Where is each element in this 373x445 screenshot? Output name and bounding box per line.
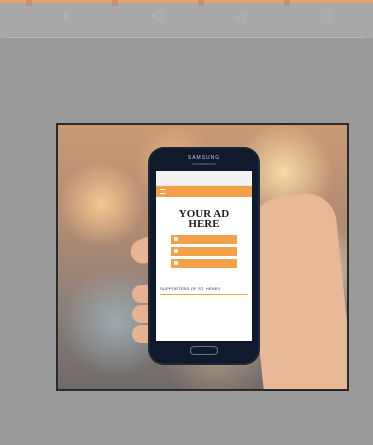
back-triangle-icon[interactable]: ◁ [322,8,330,24]
top-mark [26,0,32,6]
top-marks [0,0,373,6]
back-triangle-icon[interactable]: ◁ [236,8,245,24]
phone-brand: SAMSUNG [187,155,221,161]
globe-icon [174,249,178,253]
phone-home-button [190,346,218,355]
advert-photo: SAMSUNG YOUR AD HERE SUPPORTERS OF ST. H… [56,123,349,391]
back-triangle-icon[interactable]: ◁ [150,8,162,24]
top-nav-strip: ‹ ◁ ◁ ◁ [0,0,373,38]
phone-speaker [192,163,216,165]
top-mark [198,0,204,6]
hand-image [243,190,347,389]
phone-screen: YOUR AD HERE SUPPORTERS OF ST. HENRY [156,171,252,341]
phone-icon [174,237,178,241]
section-rule [160,294,248,295]
ad-call-button [171,235,237,244]
ad-map-button [171,259,237,268]
ad-title-line2: HERE [188,218,220,230]
url-bar [156,179,252,186]
back-chevron-icon[interactable]: ‹ [64,8,69,24]
divider [8,37,365,38]
ad-title: YOUR AD HERE [156,209,252,230]
map-pin-icon [174,261,178,265]
status-bar [156,171,252,179]
app-header [156,186,252,197]
top-mark [112,0,118,6]
ad-web-button [171,247,237,256]
menu-icon [160,189,165,194]
section-title: SUPPORTERS OF ST. HENRY [160,286,221,291]
top-mark [284,0,290,6]
phone-mockup: SAMSUNG YOUR AD HERE SUPPORTERS OF ST. H… [150,149,258,363]
